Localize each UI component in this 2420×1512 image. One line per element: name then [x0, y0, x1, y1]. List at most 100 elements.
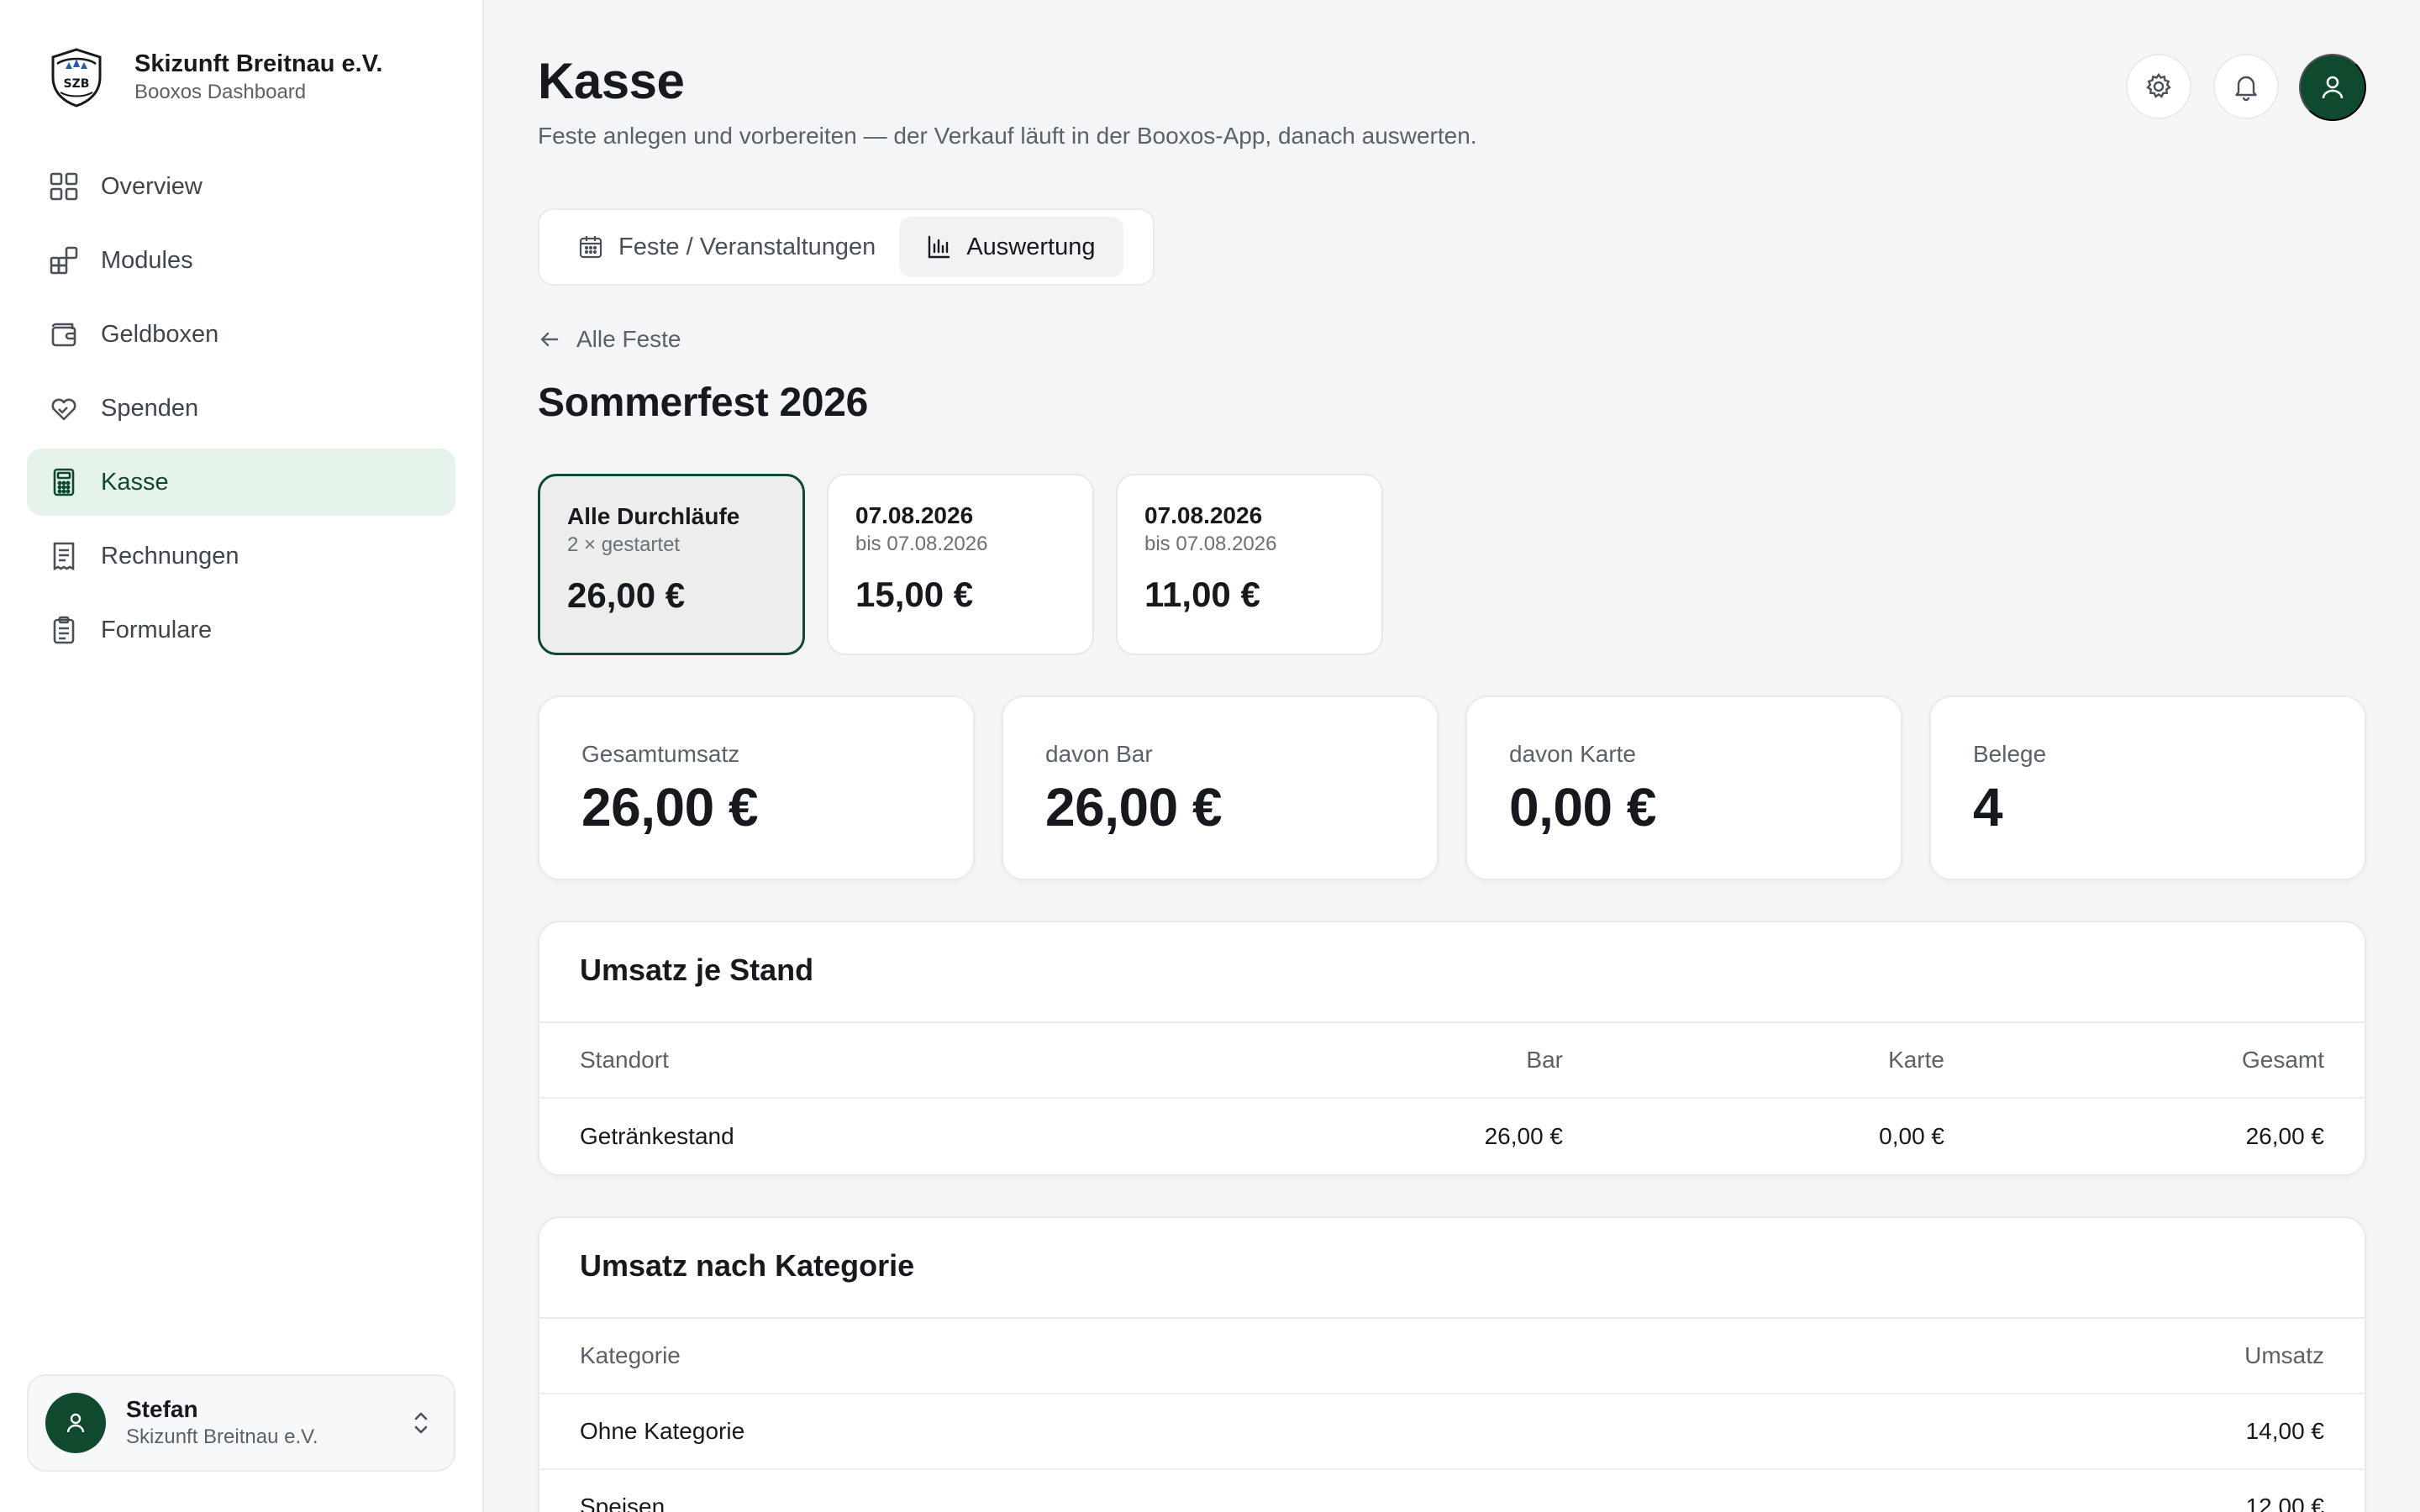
sidebar: SZB Skizunft Breitnau e.V. Booxos Dashbo…: [0, 0, 484, 1512]
table-header-row: Kategorie Umsatz: [539, 1319, 2365, 1394]
view-tabs: Feste / Veranstaltungen Auswertung: [538, 208, 1155, 286]
calendar-icon: [578, 234, 603, 260]
grid-icon: [47, 170, 81, 203]
brand[interactable]: SZB Skizunft Breitnau e.V. Booxos Dashbo…: [47, 47, 382, 108]
run-sub: bis 07.08.2026: [855, 533, 988, 555]
stat-label: davon Bar: [1045, 741, 1153, 767]
column-header-bar: Bar: [1526, 1047, 1563, 1073]
stat-label: davon Karte: [1509, 741, 1636, 767]
settings-button[interactable]: [2126, 54, 2191, 119]
tab-label: Auswertung: [966, 233, 1096, 260]
user-icon: [66, 1413, 85, 1433]
table-header-row: Standort Bar Karte Gesamt: [539, 1023, 2365, 1099]
table-row: Ohne Kategorie 14,00 €: [539, 1394, 2365, 1470]
run-label: 07.08.2026: [1144, 502, 1263, 528]
cell-karte: 0,00 €: [1879, 1123, 1944, 1149]
run-sub: bis 07.08.2026: [1144, 533, 1277, 555]
back-link[interactable]: Alle Feste: [538, 326, 681, 353]
sidebar-item-label: Modules: [101, 246, 193, 274]
chevron-up-down-icon: [414, 1412, 428, 1434]
tab-label: Feste / Veranstaltungen: [618, 233, 876, 260]
user-name: Stefan: [126, 1396, 198, 1422]
stat-value: 4: [1973, 777, 2003, 837]
sidebar-item-label: Kasse: [101, 468, 169, 496]
stat-card-gesamtumsatz: Gesamtumsatz 26,00 €: [538, 696, 975, 880]
panel-title: Umsatz je Stand: [539, 922, 2365, 1023]
cell-gesamt: 26,00 €: [2245, 1123, 2324, 1149]
modules-icon: [47, 244, 81, 277]
sidebar-item-overview[interactable]: Overview: [27, 153, 455, 220]
event-title: Sommerfest 2026: [538, 381, 869, 425]
tab-feste[interactable]: Feste / Veranstaltungen: [546, 217, 896, 277]
panel-umsatz-je-stand: Umsatz je Stand Standort Bar Karte Gesam…: [538, 921, 2366, 1176]
page-title: Kasse: [538, 53, 685, 109]
column-header-karte: Karte: [1888, 1047, 1944, 1073]
user-switcher[interactable]: Stefan Skizunft Breitnau e.V.: [27, 1374, 455, 1472]
cell-umsatz: 14,00 €: [2245, 1418, 2324, 1444]
gear-icon: [2146, 72, 2171, 98]
stat-label: Belege: [1973, 741, 2047, 767]
arrow-left-icon: [540, 332, 559, 347]
stat-value: 26,00 €: [1045, 777, 1223, 837]
column-header-umsatz: Umsatz: [2244, 1342, 2324, 1368]
page-subtitle: Feste anlegen und vorbereiten — der Verk…: [538, 123, 1477, 149]
run-selector: Alle Durchläufe 2 × gestartet 26,00 € 07…: [538, 474, 1405, 655]
sidebar-item-geldboxen[interactable]: Geldboxen: [27, 301, 455, 368]
sidebar-item-modules[interactable]: Modules: [27, 227, 455, 294]
sidebar-item-label: Spenden: [101, 394, 199, 422]
heart-hand-icon: [47, 391, 81, 425]
table-row: Speisen 12,00 €: [539, 1470, 2365, 1512]
sidebar-item-label: Rechnungen: [101, 542, 239, 570]
brand-name: Skizunft Breitnau e.V.: [134, 50, 383, 77]
account-button[interactable]: [2299, 54, 2366, 121]
sidebar-item-label: Overview: [101, 172, 203, 200]
panel-umsatz-nach-kategorie: Umsatz nach Kategorie Kategorie Umsatz O…: [538, 1216, 2366, 1512]
sidebar-item-formulare[interactable]: Formulare: [27, 596, 455, 664]
cell-kategorie: Speisen: [580, 1494, 666, 1512]
panel-title: Umsatz nach Kategorie: [539, 1218, 2365, 1319]
sidebar-item-kasse[interactable]: Kasse: [27, 449, 455, 516]
run-label: Alle Durchläufe: [567, 503, 740, 529]
club-crest-logo: SZB: [51, 48, 102, 108]
stat-card-karte: davon Karte 0,00 €: [1465, 696, 1902, 880]
cell-standort: Getränkestand: [580, 1123, 734, 1149]
sidebar-item-label: Formulare: [101, 616, 213, 643]
wallet-icon: [47, 318, 81, 351]
run-amount: 11,00 €: [1144, 575, 1260, 614]
brand-subtitle: Booxos Dashboard: [134, 81, 307, 103]
sidebar-nav: Overview Modules Geldboxen Spenden Kasse: [27, 153, 455, 670]
run-card[interactable]: 07.08.2026 bis 07.08.2026 11,00 €: [1116, 474, 1383, 655]
stat-label: Gesamtumsatz: [581, 741, 740, 767]
run-card-all[interactable]: Alle Durchläufe 2 × gestartet 26,00 €: [538, 474, 805, 655]
tab-auswertung[interactable]: Auswertung: [899, 217, 1124, 277]
svg-text:SZB: SZB: [64, 77, 90, 91]
back-link-label: Alle Feste: [576, 326, 681, 352]
avatar: [45, 1393, 106, 1453]
table-row: Getränkestand 26,00 € 0,00 € 26,00 €: [539, 1099, 2365, 1174]
sidebar-item-rechnungen[interactable]: Rechnungen: [27, 522, 455, 590]
clipboard-icon: [47, 613, 81, 647]
user-icon: [2322, 76, 2344, 99]
sidebar-item-label: Geldboxen: [101, 320, 219, 348]
cell-umsatz: 12,00 €: [2245, 1494, 2324, 1512]
bar-chart-icon: [926, 234, 951, 260]
calculator-icon: [47, 465, 81, 499]
cell-bar: 26,00 €: [1484, 1123, 1563, 1149]
main-content: Kasse Feste anlegen und vorbereiten — de…: [538, 0, 2366, 1512]
column-header-kategorie: Kategorie: [580, 1342, 681, 1368]
bell-icon: [2235, 76, 2257, 102]
user-org: Skizunft Breitnau e.V.: [126, 1425, 318, 1448]
stat-card-belege: Belege 4: [1929, 696, 2366, 880]
column-header-gesamt: Gesamt: [2241, 1047, 2324, 1073]
run-sub: 2 × gestartet: [567, 533, 681, 556]
run-card[interactable]: 07.08.2026 bis 07.08.2026 15,00 €: [827, 474, 1094, 655]
column-header-standort: Standort: [580, 1047, 669, 1073]
stat-card-bar: davon Bar 26,00 €: [1002, 696, 1439, 880]
notifications-button[interactable]: [2213, 54, 2279, 119]
receipt-icon: [47, 539, 81, 573]
cell-kategorie: Ohne Kategorie: [580, 1418, 745, 1444]
run-amount: 15,00 €: [855, 575, 974, 614]
run-amount: 26,00 €: [567, 575, 686, 615]
sidebar-item-spenden[interactable]: Spenden: [27, 375, 455, 442]
run-label: 07.08.2026: [855, 502, 974, 528]
